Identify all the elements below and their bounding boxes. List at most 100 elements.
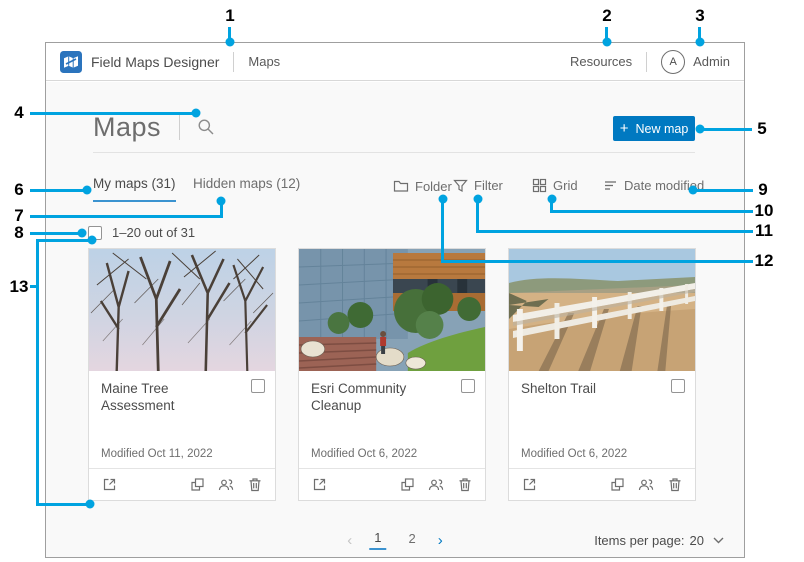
callout-number-10: 10 [755, 201, 774, 221]
group-icon [218, 477, 234, 492]
open-map-button[interactable] [309, 475, 329, 495]
tabs-toolbar-row: My maps (31) Hidden maps (12) Folder Fil… [46, 170, 744, 207]
nav-maps[interactable]: Maps [248, 54, 280, 69]
select-all-checkbox[interactable] [88, 226, 102, 240]
map-title[interactable]: Esri Community Cleanup [311, 381, 473, 415]
callout-number-11: 11 [755, 221, 773, 241]
folder-control[interactable]: Folder [393, 178, 452, 194]
launch-icon [102, 477, 117, 492]
map-thumbnail-trail[interactable] [509, 249, 695, 371]
sort-label: Date modified [624, 178, 704, 193]
trash-icon [248, 477, 262, 492]
open-map-button[interactable] [99, 475, 119, 495]
callout-number-5: 5 [757, 119, 766, 139]
new-map-button[interactable]: + New map [613, 116, 695, 141]
header-divider-2 [646, 52, 647, 72]
new-map-label: New map [635, 122, 688, 136]
delete-button[interactable] [665, 475, 685, 495]
card-actions [509, 468, 695, 500]
duplicate-button[interactable] [607, 475, 627, 495]
callout-line-2 [605, 27, 608, 42]
map-card[interactable]: Maine Tree Assessment Modified Oct 11, 2… [88, 248, 276, 501]
card-body: Esri Community Cleanup Modified Oct 6, 2… [299, 371, 485, 468]
grid-icon [532, 178, 547, 193]
map-card[interactable]: Shelton Trail Modified Oct 6, 2022 [508, 248, 696, 501]
callout-number-1: 1 [225, 6, 234, 26]
avatar[interactable]: A [661, 50, 685, 74]
items-per-page-label: Items per page: [594, 533, 684, 548]
duplicate-button[interactable] [187, 475, 207, 495]
next-page-button[interactable]: › [438, 532, 443, 549]
callout-number-6: 6 [14, 180, 23, 200]
app-window: Field Maps Designer Maps Resources A Adm… [45, 42, 745, 558]
launch-icon [312, 477, 327, 492]
search-icon [197, 118, 215, 136]
card-body: Maine Tree Assessment Modified Oct 11, 2… [89, 371, 275, 468]
map-title[interactable]: Shelton Trail [521, 381, 683, 398]
map-thumbnail-campus[interactable] [299, 249, 485, 371]
map-card-grid: Maine Tree Assessment Modified Oct 11, 2… [88, 248, 696, 501]
account-menu[interactable]: A Admin [661, 50, 730, 74]
page-title: Maps [93, 112, 161, 143]
callout-line-1 [228, 27, 231, 42]
filter-icon [453, 178, 468, 193]
grid-label: Grid [553, 178, 578, 193]
page-title-row: Maps + New map [93, 104, 744, 150]
duplicate-icon [610, 477, 625, 492]
callout-line-13 [30, 285, 39, 288]
delete-button[interactable] [245, 475, 265, 495]
grid-control[interactable]: Grid [532, 178, 578, 193]
modified-date: Modified Oct 6, 2022 [521, 448, 627, 460]
filter-control[interactable]: Filter [453, 178, 503, 193]
header-divider [233, 52, 234, 72]
main-content: Maps + New map My maps (31) Hidden maps … [46, 82, 744, 557]
pagination: ‹ 1 2 › [347, 530, 442, 550]
card-checkbox[interactable] [671, 379, 685, 393]
map-thumbnail-winter-trees[interactable] [89, 249, 275, 371]
selection-bar: 1–20 out of 31 [88, 225, 195, 240]
duplicate-icon [190, 477, 205, 492]
field-maps-logo-icon [60, 51, 82, 73]
app-title: Field Maps Designer [91, 54, 219, 70]
page-2-button[interactable]: 2 [404, 531, 421, 549]
card-checkbox[interactable] [461, 379, 475, 393]
callout-number-3: 3 [695, 6, 704, 26]
title-divider [179, 114, 180, 140]
tab-hidden-maps[interactable]: Hidden maps (12) [193, 176, 300, 200]
modified-date: Modified Oct 11, 2022 [101, 448, 213, 460]
share-group-button[interactable] [426, 475, 446, 495]
selection-count-label: 1–20 out of 31 [112, 225, 195, 240]
filter-label: Filter [474, 178, 503, 193]
tab-my-maps[interactable]: My maps (31) [93, 176, 176, 202]
folder-icon [393, 178, 409, 194]
share-group-button[interactable] [216, 475, 236, 495]
map-card[interactable]: Esri Community Cleanup Modified Oct 6, 2… [298, 248, 486, 501]
launch-icon [522, 477, 537, 492]
callout-number-12: 12 [755, 251, 774, 271]
prev-page-button[interactable]: ‹ [347, 532, 352, 549]
open-map-button[interactable] [519, 475, 539, 495]
share-group-button[interactable] [636, 475, 656, 495]
username: Admin [693, 54, 730, 69]
delete-button[interactable] [455, 475, 475, 495]
map-title[interactable]: Maine Tree Assessment [101, 381, 263, 415]
callout-number-2: 2 [602, 6, 611, 26]
chevron-down-icon [713, 537, 724, 544]
modified-date: Modified Oct 6, 2022 [311, 448, 417, 460]
card-checkbox[interactable] [251, 379, 265, 393]
duplicate-button[interactable] [397, 475, 417, 495]
group-icon [638, 477, 654, 492]
sort-control[interactable]: Date modified [603, 178, 704, 193]
callout-line-13b [36, 239, 39, 506]
search-button[interactable] [196, 117, 216, 137]
items-per-page-select[interactable]: Items per page: 20 [594, 533, 724, 548]
callout-number-7: 7 [14, 206, 23, 226]
trash-icon [458, 477, 472, 492]
card-actions [299, 468, 485, 500]
trash-icon [668, 477, 682, 492]
plus-icon: + [620, 121, 629, 136]
annotated-screenshot: Field Maps Designer Maps Resources A Adm… [0, 0, 804, 562]
page-1-button[interactable]: 1 [369, 530, 386, 550]
app-header: Field Maps Designer Maps Resources A Adm… [46, 43, 744, 81]
nav-resources[interactable]: Resources [570, 54, 632, 69]
